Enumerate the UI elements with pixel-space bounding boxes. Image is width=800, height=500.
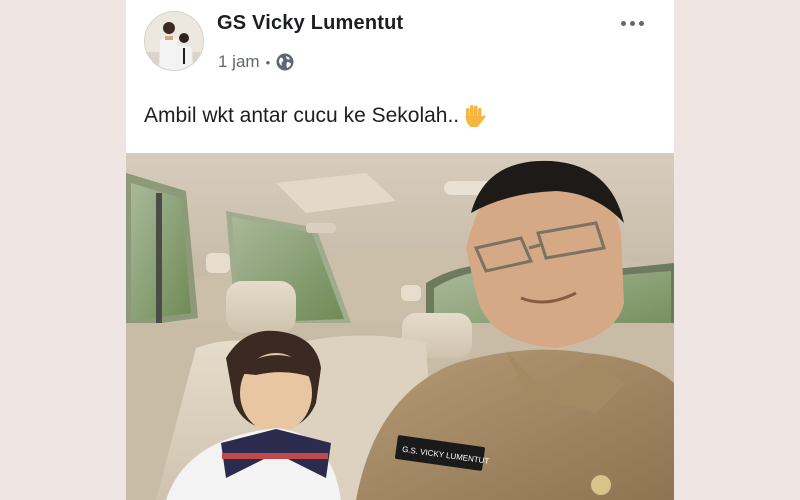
avatar-image — [145, 12, 203, 70]
dot-icon — [638, 20, 644, 26]
more-options-button[interactable] — [608, 8, 656, 38]
globe-icon[interactable] — [276, 53, 294, 71]
avatar[interactable] — [144, 11, 204, 71]
photo-image: G.S. VICKY LUMENTUT — [126, 153, 674, 500]
post-meta: 1 jam • — [218, 50, 294, 74]
post-header: GS Vicky Lumentut 1 jam • — [126, 0, 674, 90]
post-card: GS Vicky Lumentut 1 jam • Ambil wkt anta… — [126, 0, 674, 500]
post-timestamp[interactable]: 1 jam — [218, 52, 260, 72]
dot-icon — [629, 20, 635, 26]
raised-hand-icon — [461, 103, 487, 129]
post-photo[interactable]: G.S. VICKY LUMENTUT — [126, 153, 674, 500]
post-message: Ambil wkt antar cucu ke Sekolah.. — [144, 104, 460, 127]
dot-icon — [620, 20, 626, 26]
meta-separator: • — [265, 54, 271, 70]
author-name[interactable]: GS Vicky Lumentut — [217, 12, 403, 35]
post-text: Ambil wkt antar cucu ke Sekolah.. — [144, 103, 487, 129]
